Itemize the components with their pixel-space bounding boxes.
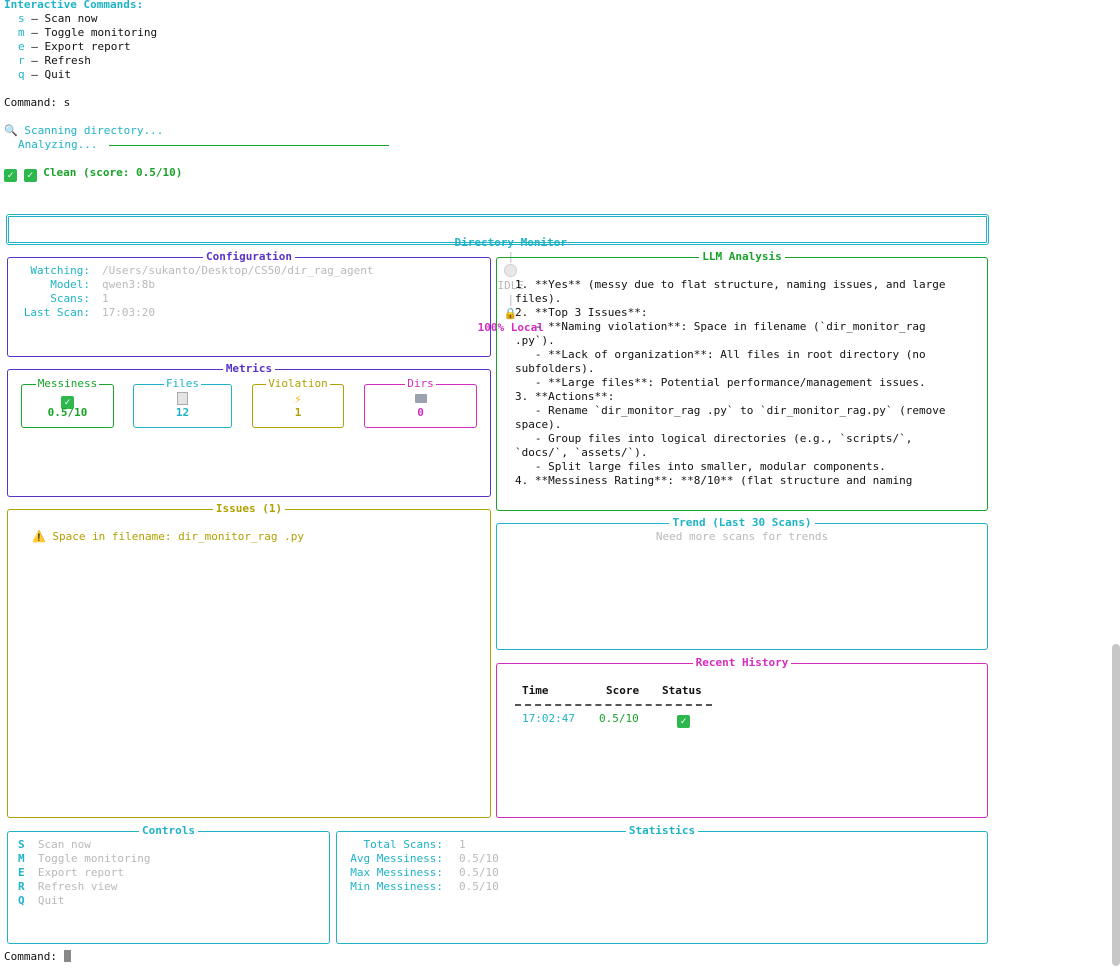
stat-label: Avg Messiness: <box>350 852 443 865</box>
command-item: e – Export report <box>18 40 131 53</box>
clean-result: ✓ ✓ Clean (score: 0.5/10) <box>4 166 182 182</box>
metrics-panel: Metrics Messiness ✓ 0.5/10 Files 12 Viol… <box>7 362 491 497</box>
metric-messiness: Messiness ✓ 0.5/10 <box>21 377 114 428</box>
stat-value: 0.5/10 <box>459 852 499 865</box>
analysis-line: files). <box>515 292 562 305</box>
text-cursor <box>63 950 71 962</box>
controls-panel: Controls S Scan now M Toggle monitoring … <box>7 824 330 944</box>
config-value: qwen3:8b <box>102 278 155 291</box>
row-time: 17:02:47 <box>522 712 575 725</box>
config-label: Model: <box>50 278 90 291</box>
analysis-line: - Rename `dir_monitor_rag .py` to `dir_m… <box>515 404 946 417</box>
scanning-line: 🔍 Scanning directory... <box>4 124 164 137</box>
panel-title: Configuration <box>202 250 296 263</box>
header-divider <box>515 704 712 706</box>
check-icon: ✓ <box>4 169 17 182</box>
panel-title: LLM Analysis <box>699 250 785 263</box>
analysis-line: .py`). <box>515 334 555 347</box>
config-label: Last Scan: <box>23 306 90 319</box>
panel-title: Controls <box>139 824 198 837</box>
analyzing-label: Analyzing... <box>18 138 98 151</box>
warning-icon: ⚠️ <box>32 530 46 543</box>
check-icon: ✓ <box>677 715 690 728</box>
command-prompt[interactable]: Command: <box>4 950 71 964</box>
metric-files: Files 12 <box>133 377 232 428</box>
analysis-line: subfolders). <box>515 362 595 375</box>
analysis-line: `docs/`, `assets/`). <box>515 446 648 459</box>
panel-title: Metrics <box>222 362 276 375</box>
analysis-line: 2. **Top 3 Issues**: <box>515 306 648 319</box>
column-header-status: Status <box>662 684 702 697</box>
panel-title: Statistics <box>625 824 699 837</box>
config-value: 17:03:20 <box>102 306 155 319</box>
history-panel: Recent History Time Score Status 17:02:4… <box>496 656 988 818</box>
panel-title: Issues (1) <box>212 502 286 515</box>
command-item: r – Refresh <box>18 54 91 67</box>
stat-value: 1 <box>459 838 466 851</box>
stat-label: Min Messiness: <box>350 880 443 893</box>
config-value: 1 <box>102 292 109 305</box>
file-icon <box>177 392 188 405</box>
progress-bar <box>109 145 389 146</box>
analysis-line: - **Lack of organization**: All files in… <box>515 348 926 361</box>
config-value: /Users/sukanto/Desktop/CS50/dir_rag_agen… <box>102 264 374 277</box>
issue-item: ⚠️ Space in filename: dir_monitor_rag .p… <box>32 530 304 543</box>
magnifier-icon: 🔍 <box>4 124 18 137</box>
check-icon: ✓ <box>23 169 37 182</box>
command-item: s – Scan now <box>18 12 98 25</box>
analysis-line: space). <box>515 418 562 431</box>
configuration-panel: Configuration Watching: /Users/sukanto/D… <box>7 250 491 357</box>
panel-title: Trend (Last 30 Scans) <box>669 516 815 529</box>
stat-label: Total Scans: <box>363 838 443 851</box>
lightning-icon: ⚡ <box>294 392 302 406</box>
analysis-line: 1. **Yes** (messy due to flat structure,… <box>515 278 946 291</box>
metric-dirs: Dirs 0 <box>364 377 477 428</box>
folder-icon <box>414 394 427 403</box>
prompt-label: Command: <box>4 950 57 963</box>
trend-panel: Trend (Last 30 Scans) Need more scans fo… <box>496 516 988 650</box>
config-label: Scans: <box>50 292 90 305</box>
control-export[interactable]: E Export report <box>18 866 124 880</box>
stat-label: Max Messiness: <box>350 866 443 879</box>
commands-heading: Interactive Commands: <box>4 0 144 11</box>
column-header-time: Time <box>522 684 549 697</box>
analysis-line: 3. **Actions**: <box>515 390 615 403</box>
control-quit[interactable]: Q Quit <box>18 894 64 908</box>
analysis-line: - **Large files**: Potential performance… <box>515 376 926 389</box>
scrollbar-thumb[interactable] <box>1112 644 1120 966</box>
command-line-history: Command: s <box>4 96 71 109</box>
column-header-score: Score <box>606 684 640 697</box>
analysis-line: 4. **Messiness Rating**: **8/10** (flat … <box>515 474 913 487</box>
analysis-line: - **Naming violation**: Space in filenam… <box>515 320 926 333</box>
command-item: q – Quit <box>18 68 71 81</box>
row-score: 0.5/10 <box>599 712 639 725</box>
statistics-panel: Statistics Total Scans: 1 Avg Messiness:… <box>336 824 988 944</box>
command-item: m – Toggle monitoring <box>18 26 158 39</box>
issues-panel: Issues (1) ⚠️ Space in filename: dir_mon… <box>7 502 491 818</box>
stat-value: 0.5/10 <box>459 866 499 879</box>
panel-title: Recent History <box>692 656 792 669</box>
control-scan[interactable]: S Scan now <box>18 838 91 852</box>
analysis-line: - Split large files into smaller, modula… <box>515 460 886 473</box>
metric-violation: Violation ⚡ 1 <box>252 377 344 428</box>
control-refresh[interactable]: R Refresh view <box>18 880 117 894</box>
control-toggle-monitoring[interactable]: M Toggle monitoring <box>18 852 150 866</box>
llm-analysis-panel: LLM Analysis 1. **Yes** (messy due to fl… <box>496 250 988 511</box>
trend-message: Need more scans for trends <box>655 530 829 543</box>
app-title: Directory Monitor <box>454 236 568 249</box>
stat-value: 0.5/10 <box>459 880 499 893</box>
header-bar: Directory Monitor | IDLE | 🔒 100% Local <box>6 214 989 334</box>
analysis-line: - Group files into logical directories (… <box>515 432 913 445</box>
config-label: Watching: <box>30 264 90 277</box>
